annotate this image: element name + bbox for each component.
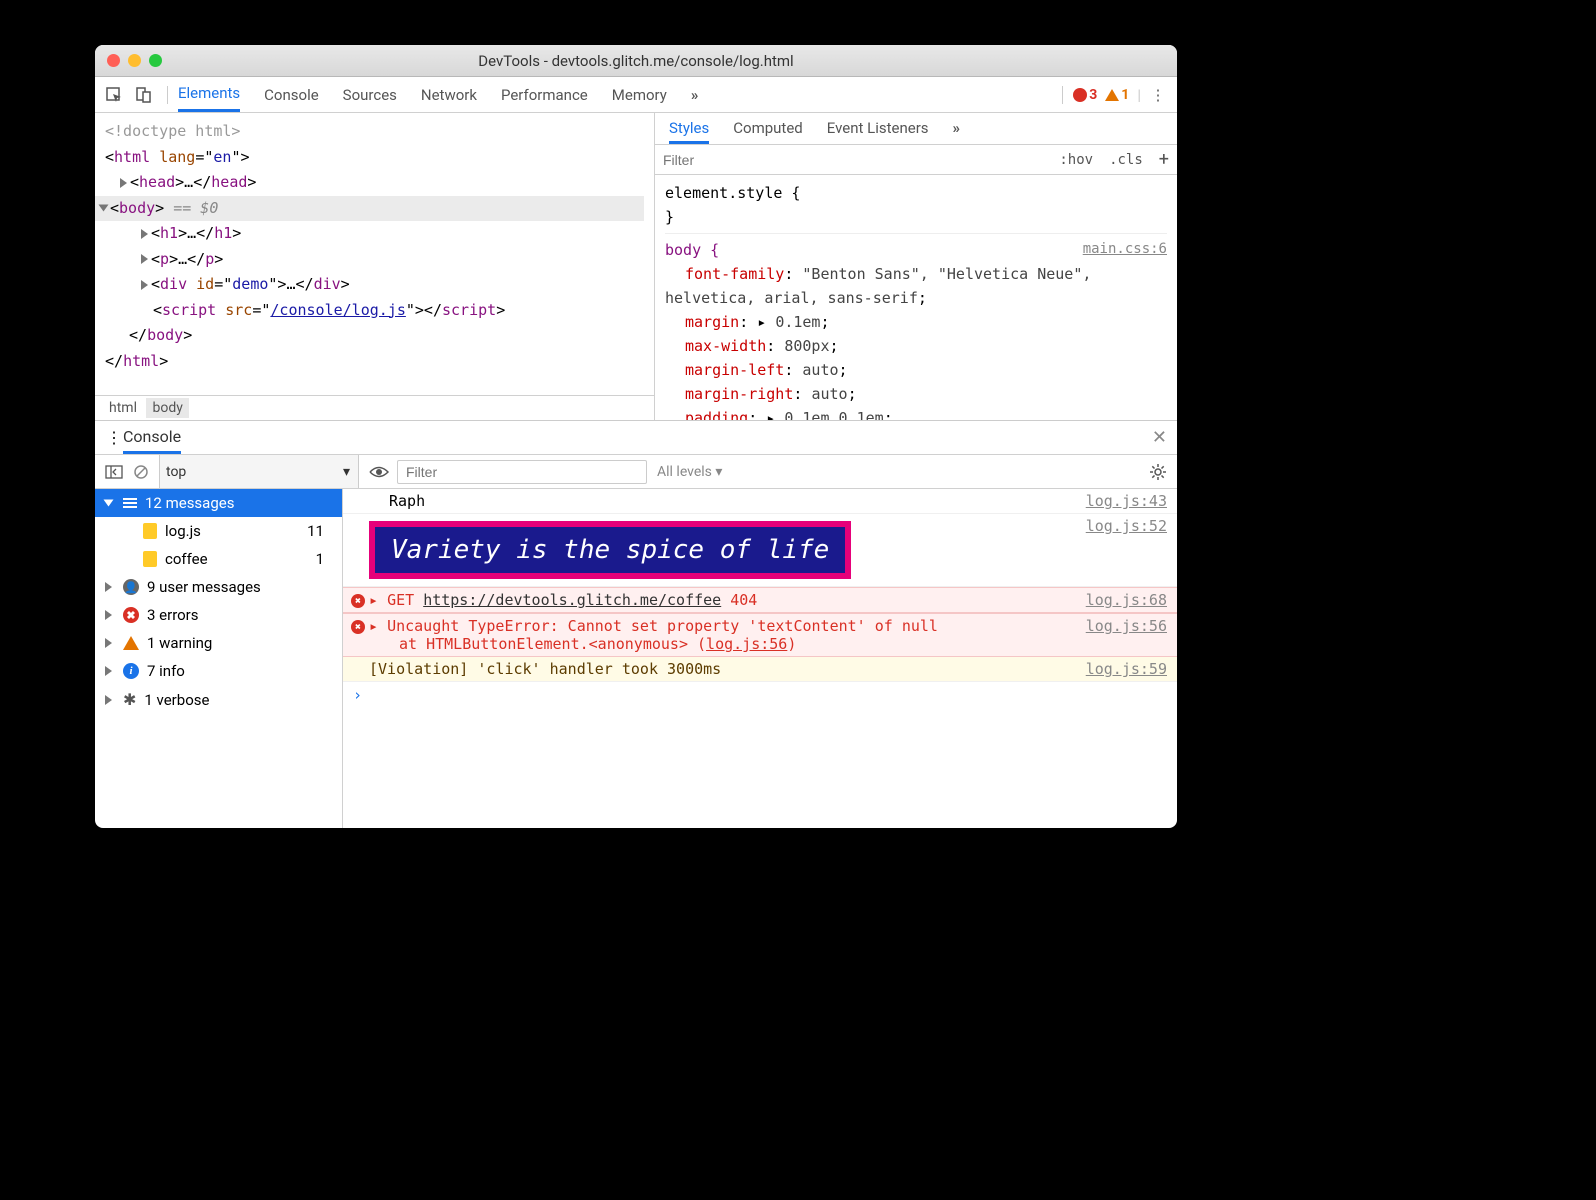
breadcrumb: html body bbox=[95, 395, 654, 420]
console-sidebar: 12 messages log.js11 coffee1 👤9 user mes… bbox=[95, 489, 343, 828]
breadcrumb-html[interactable]: html bbox=[103, 398, 143, 418]
sidebar-messages-label: 12 messages bbox=[145, 494, 234, 512]
elements-panel: <!doctype html> <html lang="en"> <head>…… bbox=[95, 113, 655, 420]
tab-elements[interactable]: Elements bbox=[178, 77, 240, 112]
violation-message[interactable]: log.js:59 [Violation] 'click' handler to… bbox=[343, 657, 1177, 682]
file-icon bbox=[143, 523, 157, 539]
warning-icon bbox=[123, 636, 139, 650]
css-rules[interactable]: element.style {} main.css:6 body { font-… bbox=[655, 175, 1177, 420]
more-tabs-icon[interactable]: » bbox=[691, 86, 699, 104]
main-toolbar: Elements Console Sources Network Perform… bbox=[95, 77, 1177, 113]
styles-filter-input[interactable] bbox=[655, 148, 1051, 172]
console-messages: log.js:43 Raph log.js:52 Variety is the … bbox=[343, 489, 1177, 828]
body-close[interactable]: </body> bbox=[105, 323, 644, 349]
cls-toggle[interactable]: .cls bbox=[1101, 152, 1151, 168]
source-link[interactable]: log.js:59 bbox=[1086, 660, 1167, 678]
devtools-window: DevTools - devtools.glitch.me/console/lo… bbox=[95, 45, 1177, 828]
doctype[interactable]: <!doctype html> bbox=[105, 119, 644, 145]
context-select[interactable]: top▾ bbox=[159, 455, 359, 488]
log-message[interactable]: log.js:43 Raph bbox=[343, 489, 1177, 514]
styles-panel: Styles Computed Event Listeners » :hov .… bbox=[655, 113, 1177, 420]
main-tabs: Elements Console Sources Network Perform… bbox=[178, 77, 1062, 112]
error-count-badge[interactable]: 3 bbox=[1073, 87, 1097, 103]
sidebar-toggle-icon[interactable] bbox=[105, 465, 123, 479]
tab-computed[interactable]: Computed bbox=[733, 119, 803, 144]
body-rule[interactable]: main.css:6 body { font-family: "Benton S… bbox=[665, 233, 1167, 420]
sidebar-errors[interactable]: ✖3 errors bbox=[95, 601, 342, 629]
drawer-menu-icon[interactable]: ⋮ bbox=[105, 428, 123, 447]
live-expression-icon[interactable] bbox=[369, 465, 387, 479]
sidebar-user-messages[interactable]: 👤9 user messages bbox=[95, 573, 342, 601]
verbose-icon: ✱ bbox=[123, 690, 136, 709]
error-count: 3 bbox=[1089, 87, 1097, 103]
console-settings-icon[interactable] bbox=[1149, 463, 1167, 481]
tab-sources[interactable]: Sources bbox=[343, 77, 397, 112]
clear-console-icon[interactable] bbox=[133, 464, 149, 480]
user-icon: 👤 bbox=[123, 579, 139, 595]
stack-link[interactable]: log.js:56 bbox=[706, 635, 787, 653]
log-levels-select[interactable]: All levels ▾ bbox=[657, 464, 722, 480]
error-icon: ✖ bbox=[123, 607, 139, 623]
banner-message[interactable]: log.js:52 Variety is the spice of life bbox=[343, 514, 1177, 587]
list-icon bbox=[123, 498, 137, 508]
network-error-message[interactable]: log.js:68 ▸ GET https://devtools.glitch.… bbox=[343, 587, 1177, 613]
url-link[interactable]: https://devtools.glitch.me/coffee bbox=[423, 591, 721, 609]
body-tag-selected[interactable]: <body> == $0 bbox=[95, 196, 644, 222]
source-link[interactable]: log.js:43 bbox=[1086, 492, 1167, 510]
warning-count: 1 bbox=[1121, 87, 1129, 103]
head-tag[interactable]: <head>…</head> bbox=[105, 170, 644, 196]
sidebar-info[interactable]: i7 info bbox=[95, 657, 342, 685]
console-prompt[interactable]: › bbox=[343, 682, 1177, 708]
script-tag[interactable]: <script src="/console/log.js"></script> bbox=[105, 298, 644, 324]
hov-toggle[interactable]: :hov bbox=[1051, 152, 1101, 168]
device-icon[interactable] bbox=[135, 86, 153, 104]
drawer-header: ⋮ Console ✕ bbox=[95, 421, 1177, 455]
tab-styles[interactable]: Styles bbox=[669, 119, 709, 144]
source-link[interactable]: log.js:56 bbox=[1086, 617, 1167, 635]
drawer-tab-console[interactable]: Console bbox=[123, 421, 181, 454]
new-rule-icon[interactable]: + bbox=[1151, 149, 1177, 170]
tab-event-listeners[interactable]: Event Listeners bbox=[827, 119, 929, 144]
log-text: Raph bbox=[369, 492, 425, 510]
sidebar-messages[interactable]: 12 messages bbox=[95, 489, 342, 517]
sidebar-warning[interactable]: 1 warning bbox=[95, 629, 342, 657]
breadcrumb-body[interactable]: body bbox=[146, 398, 188, 418]
window-title: DevTools - devtools.glitch.me/console/lo… bbox=[95, 52, 1177, 70]
console-toolbar: top▾ All levels ▾ bbox=[95, 455, 1177, 489]
html-close[interactable]: </html> bbox=[105, 349, 644, 375]
sidebar-coffee[interactable]: coffee1 bbox=[95, 545, 342, 573]
tab-performance[interactable]: Performance bbox=[501, 77, 588, 112]
source-link[interactable]: log.js:68 bbox=[1086, 591, 1167, 609]
console-filter-input[interactable] bbox=[397, 460, 647, 484]
dom-tree[interactable]: <!doctype html> <html lang="en"> <head>…… bbox=[95, 113, 654, 395]
tab-network[interactable]: Network bbox=[421, 77, 477, 112]
titlebar: DevTools - devtools.glitch.me/console/lo… bbox=[95, 45, 1177, 77]
h1-tag[interactable]: <h1>…</h1> bbox=[105, 221, 644, 247]
inspect-icon[interactable] bbox=[105, 86, 123, 104]
tab-console[interactable]: Console bbox=[264, 77, 319, 112]
html-tag[interactable]: <html lang="en"> bbox=[105, 145, 644, 171]
info-icon: i bbox=[123, 663, 139, 679]
div-tag[interactable]: <div id="demo">…</div> bbox=[105, 272, 644, 298]
warning-count-badge[interactable]: 1 bbox=[1105, 87, 1129, 103]
sidebar-logjs[interactable]: log.js11 bbox=[95, 517, 342, 545]
source-link[interactable]: log.js:52 bbox=[1086, 517, 1167, 535]
sidebar-verbose[interactable]: ✱1 verbose bbox=[95, 685, 342, 714]
p-tag[interactable]: <p>…</p> bbox=[105, 247, 644, 273]
file-icon bbox=[143, 551, 157, 567]
styled-log: Variety is the spice of life bbox=[369, 521, 851, 579]
more-styles-tabs-icon[interactable]: » bbox=[953, 119, 961, 144]
type-error-message[interactable]: log.js:56 ▸ Uncaught TypeError: Cannot s… bbox=[343, 613, 1177, 657]
tab-memory[interactable]: Memory bbox=[612, 77, 667, 112]
css-source-link[interactable]: main.css:6 bbox=[1083, 238, 1167, 260]
element-style-rule[interactable]: element.style {} bbox=[665, 181, 1167, 229]
menu-icon[interactable]: ⋮ bbox=[1149, 86, 1167, 104]
close-drawer-icon[interactable]: ✕ bbox=[1152, 427, 1167, 448]
